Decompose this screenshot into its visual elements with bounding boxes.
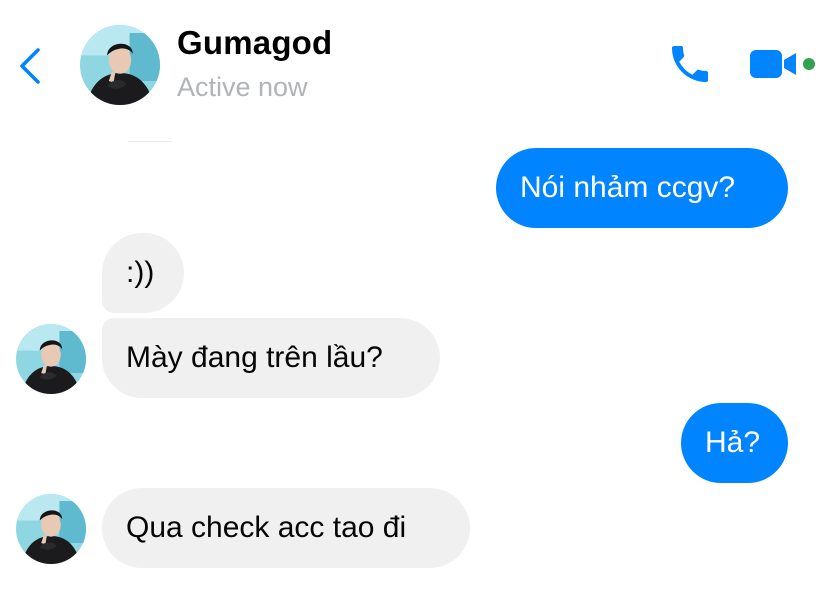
back-button[interactable] bbox=[14, 44, 46, 88]
message-bubble-incoming[interactable]: :)) bbox=[102, 233, 184, 313]
contact-avatar[interactable] bbox=[80, 25, 160, 105]
active-status: Active now bbox=[177, 72, 308, 102]
phone-icon bbox=[672, 46, 708, 82]
chevron-left-icon bbox=[20, 48, 40, 84]
contact-name[interactable]: Gumagod bbox=[177, 24, 332, 62]
message-bubble-incoming[interactable]: Qua check acc tao đi bbox=[102, 488, 470, 568]
active-indicator-dot bbox=[803, 58, 815, 70]
message-bubble-outgoing[interactable]: Nói nhảm ccgv? bbox=[496, 148, 788, 228]
message-bubble-outgoing[interactable]: Hả? bbox=[681, 403, 788, 483]
voice-call-button[interactable] bbox=[666, 40, 714, 88]
sender-avatar[interactable] bbox=[16, 324, 86, 394]
divider bbox=[128, 141, 172, 142]
video-camera-icon bbox=[750, 50, 796, 78]
message-bubble-incoming[interactable]: Mày đang trên lầu? bbox=[102, 318, 440, 398]
chat-header: Gumagod Active now bbox=[0, 0, 828, 130]
sender-avatar[interactable] bbox=[16, 494, 86, 564]
